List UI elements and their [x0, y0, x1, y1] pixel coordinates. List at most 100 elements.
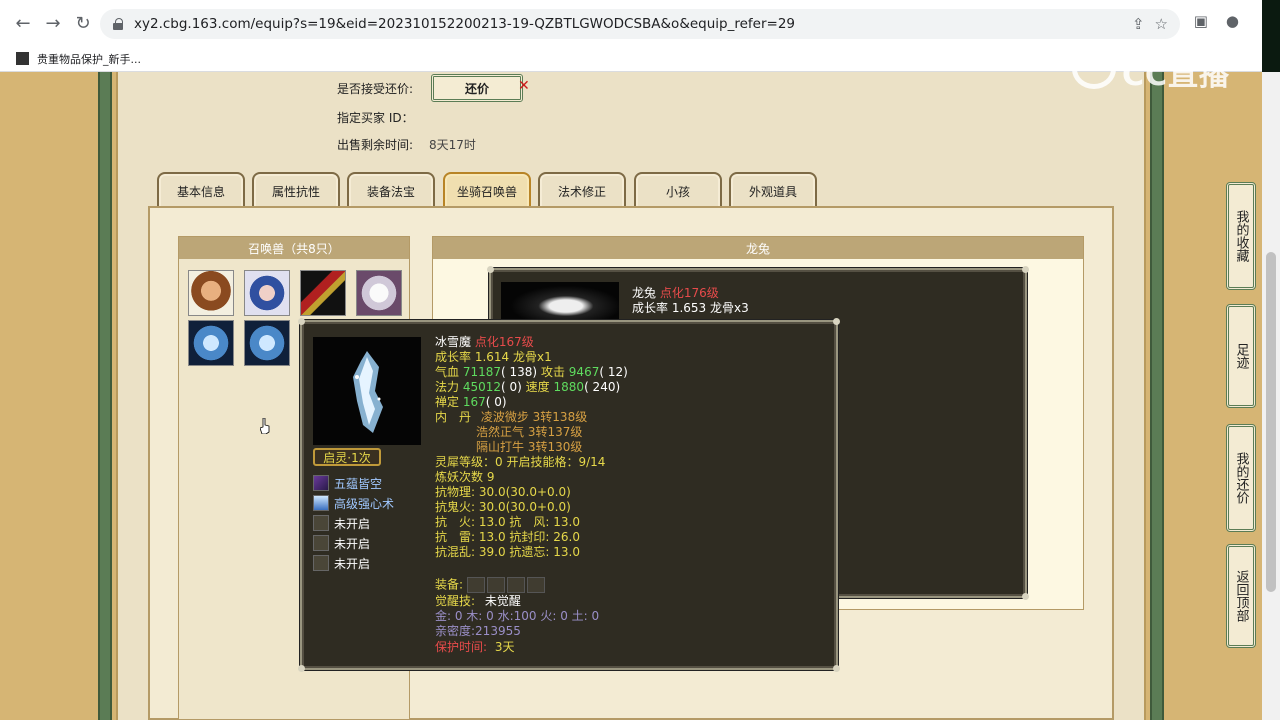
skill-label: 未开启	[334, 556, 371, 571]
footprints-button[interactable]: 足迹	[1226, 304, 1256, 408]
my-favorites-button[interactable]: 我的收藏	[1226, 182, 1256, 290]
ding-label: 禅定	[435, 395, 460, 409]
dragon-rabbit-image	[501, 282, 619, 322]
neidan-item: 隔山打牛 3转130级	[476, 440, 583, 454]
equip-label: 装备:	[435, 577, 464, 592]
atk-label: 攻击	[540, 365, 565, 379]
counter-offer-button[interactable]: 还价	[431, 74, 523, 102]
skill-item[interactable]: 未开启	[313, 534, 370, 552]
watermark-logo-icon	[1072, 49, 1116, 89]
scroll-thumb[interactable]	[1266, 252, 1276, 592]
dragon-rabbit-level: 点化176级	[659, 286, 719, 300]
element-values: 金: 0 木: 0 水:100 火: 0 土: 0	[435, 609, 600, 623]
tab-children[interactable]: 小孩	[634, 172, 722, 208]
spd-label: 速度	[525, 380, 550, 394]
skill-item[interactable]: 未开启	[313, 554, 370, 572]
forward-icon[interactable]: →	[38, 8, 68, 38]
hp-bonus: ( 138)	[501, 365, 538, 379]
resist-line: 抗物理: 30.0(30.0+0.0)	[435, 485, 571, 499]
remaining-label: 出售剩余时间:	[337, 138, 414, 152]
tab-equipment[interactable]: 装备法宝	[347, 172, 435, 208]
buyer-id-label: 指定买家 ID：	[337, 111, 414, 125]
tooltip-level: 点化167级	[474, 335, 534, 349]
bookmark-item[interactable]: 贵重物品保护_新手...	[37, 51, 141, 67]
url-text[interactable]: xy2.cbg.163.com/equip?s=19&eid=202310152…	[134, 16, 795, 32]
page-scrollbar[interactable]	[1262, 72, 1280, 720]
reload-icon[interactable]: ↻	[68, 8, 98, 38]
accept-counter-label: 是否接受还价:	[337, 82, 414, 96]
profile-icon[interactable]: ●	[1226, 12, 1239, 30]
protect-value: 3天	[494, 640, 515, 654]
tab-appearance[interactable]: 外观道具	[729, 172, 817, 208]
spd-bonus: ( 240)	[584, 380, 621, 394]
pet-thumb-warrior[interactable]	[300, 270, 346, 316]
tooltip-growth: 成长率 1.614 龙骨x1	[435, 350, 552, 364]
dragon-rabbit-growth: 成长率 1.653 龙骨x3	[632, 301, 749, 315]
awaken-value: 未觉醒	[484, 594, 521, 608]
lingxi-level: 灵犀等级：0 开启技能格：9/14	[435, 455, 606, 469]
pet-thumb-ice-demon-1[interactable]	[188, 320, 234, 366]
tab-attributes[interactable]: 属性抗性	[252, 172, 340, 208]
hp-label: 气血	[435, 365, 460, 379]
my-counter-offers-button[interactable]: 我的还价	[1226, 424, 1256, 532]
watermark-text: CC直播	[1122, 58, 1231, 93]
skill-icon	[313, 475, 329, 491]
atk-bonus: ( 12)	[599, 365, 628, 379]
tab-basic-info[interactable]: 基本信息	[157, 172, 245, 208]
equip-slot	[486, 577, 505, 593]
neidan-item: 浩然正气 3转137级	[476, 425, 583, 439]
pet-thumb-fox[interactable]	[356, 270, 402, 316]
awaken-badge: 启灵·1次	[313, 448, 381, 466]
locked-skill-icon	[313, 515, 329, 531]
share-icon[interactable]: ⇪	[1132, 15, 1145, 33]
skill-label: 高级强心术	[334, 496, 395, 511]
skill-label: 五蕴皆空	[334, 476, 383, 491]
resist-line: 抗鬼火: 30.0(30.0+0.0)	[435, 500, 571, 514]
close-x-icon: ✕	[518, 78, 530, 94]
ice-demon-image	[313, 337, 421, 445]
skill-item[interactable]: 未开启	[313, 514, 370, 532]
neidan-item: 凌波微步 3转138级	[480, 410, 588, 424]
equip-slot	[506, 577, 525, 593]
my-favorites-label: 我的收藏	[1233, 210, 1249, 262]
pet-detail-header: 龙兔	[433, 237, 1083, 259]
lock-icon	[112, 18, 124, 30]
address-bar[interactable]: xy2.cbg.163.com/equip?s=19&eid=202310152…	[100, 9, 1180, 39]
right-pillar	[1150, 72, 1164, 720]
back-to-top-label: 返回顶部	[1233, 570, 1249, 622]
locked-skill-icon	[313, 555, 329, 571]
browser-toolbar: ← → ↻ xy2.cbg.163.com/equip?s=19&eid=202…	[0, 0, 1280, 46]
pet-thumb-monkey[interactable]	[188, 270, 234, 316]
neidan-label: 内 丹	[435, 410, 472, 424]
sidepanel-icon[interactable]: ▣	[1194, 12, 1208, 30]
resist-line: 抗混乱: 39.0 抗遗忘: 13.0	[435, 545, 580, 559]
skill-label: 未开启	[334, 536, 371, 551]
skill-item[interactable]: 五蕴皆空	[313, 474, 382, 492]
locked-skill-icon	[313, 535, 329, 551]
ding-value: 167	[462, 395, 486, 409]
protect-label: 保护时间:	[435, 640, 488, 654]
skill-item[interactable]: 高级强心术	[313, 494, 394, 512]
equip-slot	[526, 577, 545, 593]
back-to-top-button[interactable]: 返回顶部	[1226, 544, 1256, 648]
back-icon[interactable]: ←	[8, 8, 38, 38]
pet-thumb-opera[interactable]	[244, 270, 290, 316]
badge-text: 启灵·1次	[323, 450, 371, 465]
mp-bonus: ( 0)	[501, 380, 522, 394]
intimacy: 亲密度:213955	[435, 624, 521, 638]
footprints-label: 足迹	[1233, 343, 1249, 369]
tab-mounts-summons[interactable]: 坐骑召唤兽	[443, 172, 531, 208]
tab-spell-correction[interactable]: 法术修正	[538, 172, 626, 208]
remaining-value: 8天17时	[429, 138, 476, 152]
mp-label: 法力	[435, 380, 460, 394]
pet-thumb-ice-demon-2[interactable]	[244, 320, 290, 366]
bookmark-star-icon[interactable]: ☆	[1155, 15, 1168, 33]
left-pillar	[98, 72, 112, 720]
spd-value: 1880	[553, 380, 585, 394]
tooltip-name: 冰雪魔	[435, 335, 472, 349]
skill-icon	[313, 495, 329, 511]
lianyao-count: 炼妖次数 9	[435, 470, 495, 484]
bookmark-favicon-icon	[16, 52, 29, 65]
resist-line: 抗 雷: 13.0 抗封印: 26.0	[435, 530, 580, 544]
my-counter-offers-label: 我的还价	[1233, 452, 1249, 504]
